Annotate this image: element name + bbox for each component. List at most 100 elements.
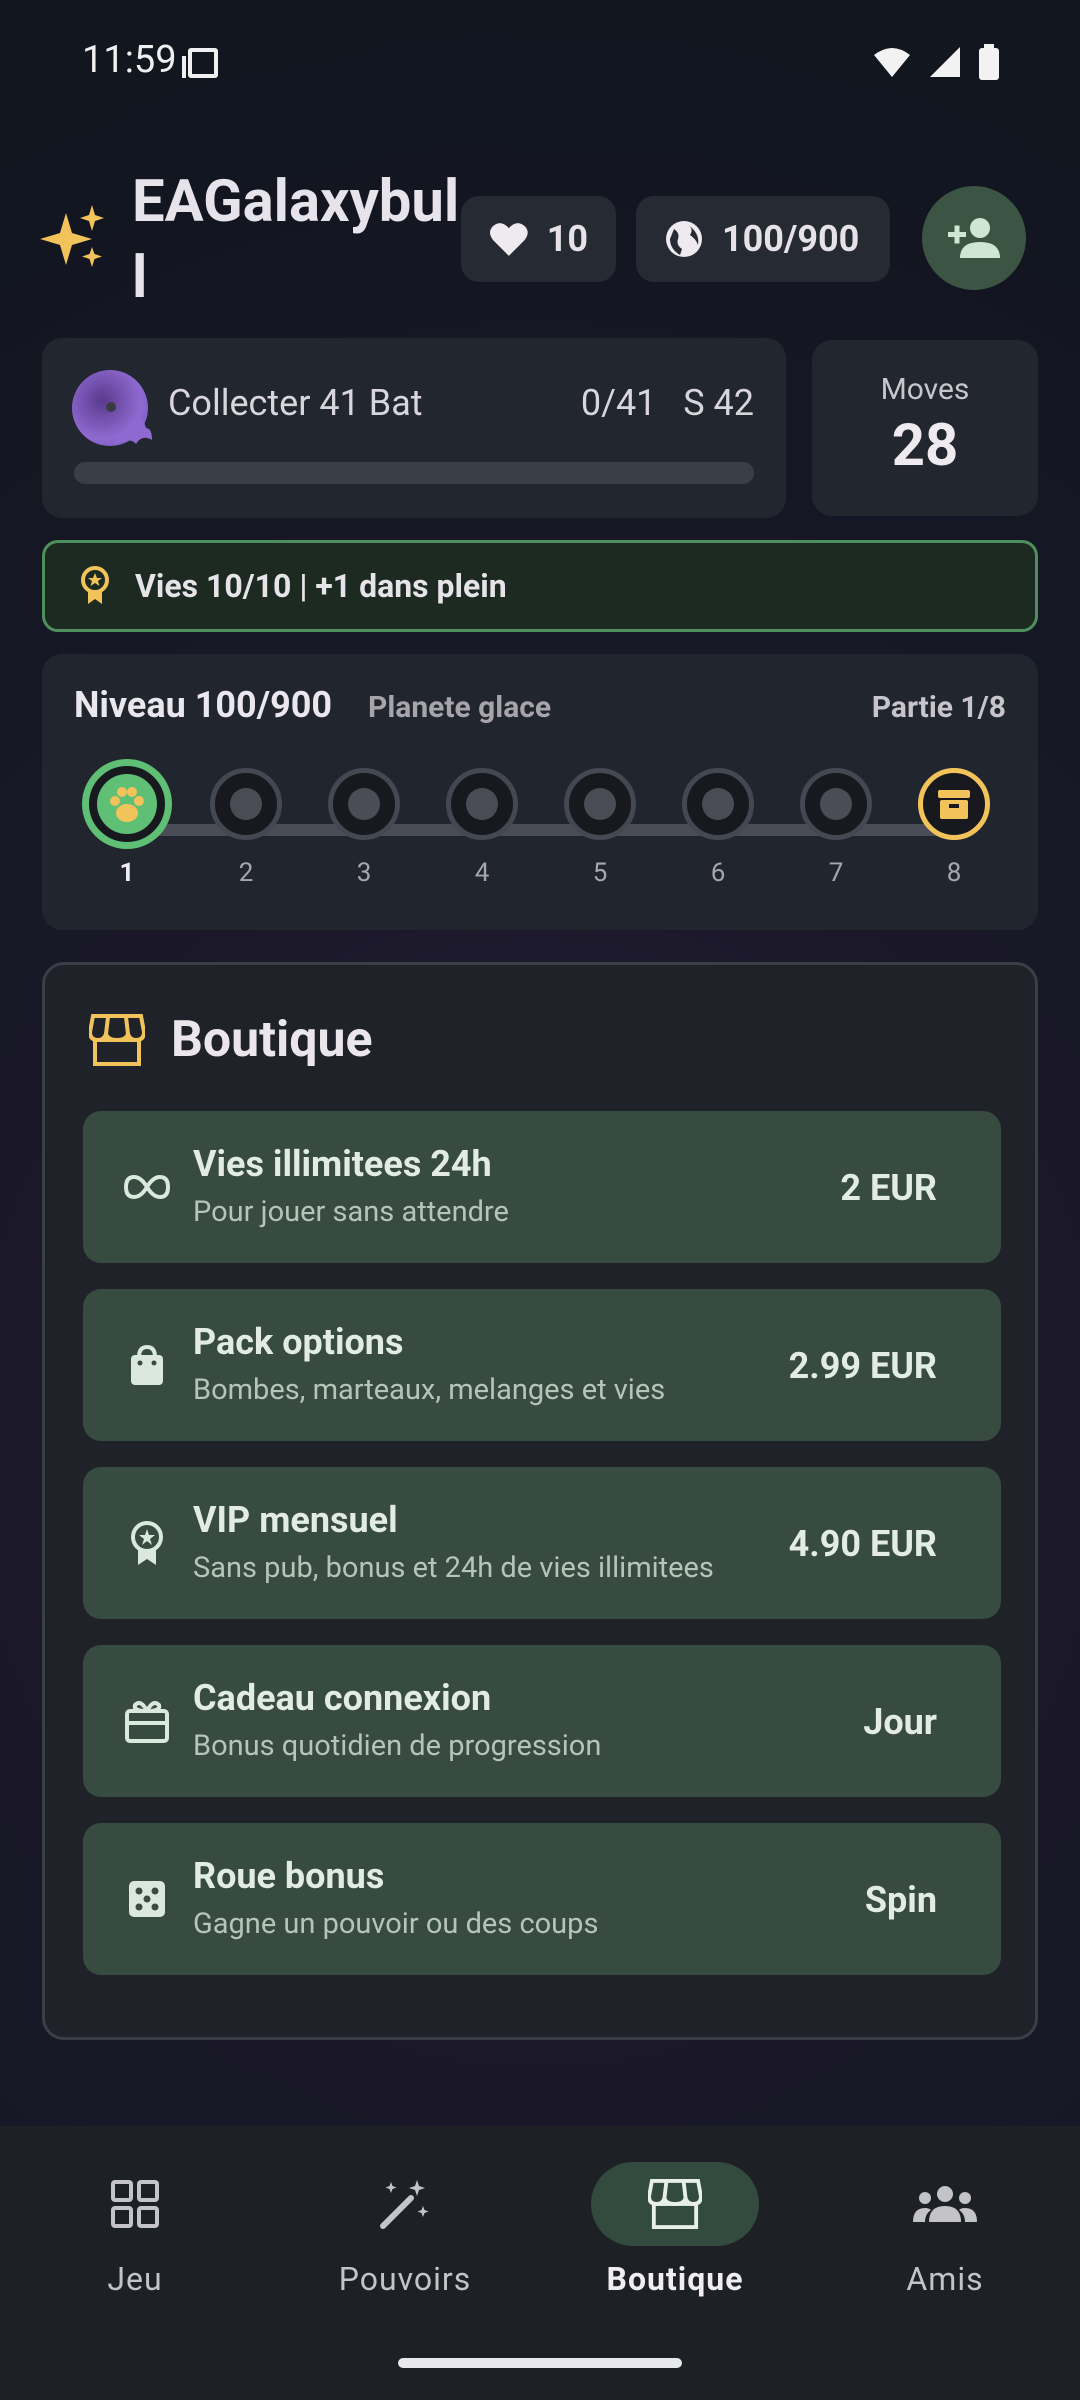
nav-icon-container [51,2162,219,2246]
nav-tab-boutique[interactable]: Boutique [555,2162,795,2298]
globe-icon [666,221,702,257]
username: EAGalaxybull [132,168,460,312]
level-node-6[interactable] [682,768,754,840]
nav-label: Boutique [606,2260,744,2298]
level-node-label: 8 [946,858,962,888]
shop-item-desc: Bonus quotidien de progression [193,1729,602,1763]
lives-banner: Vies 10/10 | +1 dans plein [42,540,1038,632]
shop-title: Boutique [171,1011,373,1069]
world-progress[interactable]: 100/900 [636,196,890,282]
hearts-counter[interactable]: 10 [461,196,616,282]
group-icon [913,2186,977,2222]
nav-icon-container [321,2162,489,2246]
shop-item-unlimited-lives[interactable]: Vies illimitees 24h Pour jouer sans atte… [83,1111,1001,1263]
shop-item-name: Vies illimitees 24h [193,1143,492,1185]
level-node-3[interactable] [328,768,400,840]
add-friend-button[interactable] [922,186,1026,290]
shop-item-desc: Bombes, marteaux, melanges et vies [193,1373,666,1407]
shop-item-price: Jour [863,1701,937,1743]
shop-item-desc: Gagne un pouvoir ou des coups [193,1907,599,1941]
level-node-label: 5 [592,858,608,888]
moves-card: Moves 28 [812,340,1038,516]
collect-title: Collecter 41 Bat [168,382,423,424]
collect-progress-bar [74,462,754,484]
chest-icon [938,790,970,819]
level-node-dot [466,788,498,820]
level-node-label: 2 [238,858,254,888]
level-node-dot [820,788,852,820]
level-node-2[interactable] [210,768,282,840]
shop-item-desc: Sans pub, bonus et 24h de vies illimitee… [193,1551,714,1585]
level-node-label: 7 [828,858,844,888]
level-node-dot [230,788,262,820]
level-node-label: 1 [119,858,135,888]
level-node-label: 4 [474,858,490,888]
level-node-1[interactable] [82,759,172,849]
nav-label: Amis [906,2260,984,2298]
cellular-signal-icon [930,47,960,77]
shop-item-price: 2 EUR [840,1167,937,1209]
nav-icon-container [861,2162,1029,2246]
infinity-icon [123,1174,171,1200]
level-node-label: 6 [710,858,726,888]
shop-item-bonus-wheel[interactable]: Roue bonus Gagne un pouvoir ou des coups… [83,1823,1001,1975]
shop-card: Boutique Vies illimitees 24h Pour jouer … [42,962,1038,2040]
shop-item-name: Pack options [193,1321,404,1363]
level-node-dot [702,788,734,820]
storefront-icon [89,1014,145,1066]
level-card: Niveau 100/900 Planete glace Partie 1/8 … [42,654,1038,930]
wifi-icon [874,48,910,77]
nav-tab-jeu[interactable]: Jeu [15,2162,255,2298]
bat-icon [114,419,152,446]
lives-status: Vies 10/10 | +1 dans plein [135,567,507,605]
shop-item-vip-monthly[interactable]: VIP mensuel Sans pub, bonus et 24h de vi… [83,1467,1001,1619]
shop-item-pack-options[interactable]: Pack options Bombes, marteaux, melanges … [83,1289,1001,1441]
nav-tab-amis[interactable]: Amis [825,2162,1065,2298]
level-node-1-inner [97,774,157,834]
status-bar: 11:59 [0,0,1080,126]
hearts-value: 10 [546,218,588,260]
level-title: Niveau 100/900 [74,684,333,726]
nav-label: Jeu [107,2260,163,2298]
shop-item-price: Spin [864,1879,937,1921]
status-icons [872,44,1000,80]
battery-icon [979,44,999,80]
level-node-5[interactable] [564,768,636,840]
nav-label: Pouvoirs [338,2260,472,2298]
shopping-bag-icon [131,1344,163,1385]
level-part: Partie 1/8 [871,690,1006,725]
level-node-label: 3 [356,858,372,888]
shop-item-desc: Pour jouer sans attendre [193,1195,509,1229]
moves-value: 28 [891,412,959,480]
shop-item-name: Cadeau connexion [193,1677,492,1719]
dice-icon [129,1881,165,1917]
collect-count-value: 0/41 [580,382,657,424]
shop-item-price: 2.99 EUR [788,1345,937,1387]
world-progress-value: 100/900 [722,218,860,260]
storefront-icon [648,2179,702,2229]
screenshot-notification-icon [182,48,218,78]
award-badge-icon [131,1521,163,1565]
level-node-8[interactable] [918,768,990,840]
nav-tab-pouvoirs[interactable]: Pouvoirs [285,2162,525,2298]
sparkle-icon [40,205,104,267]
status-time: 11:59 [82,38,177,82]
shop-item-login-gift[interactable]: Cadeau connexion Bonus quotidien de prog… [83,1645,1001,1797]
collect-stage: S 42 [683,382,754,424]
level-node-dot [348,788,380,820]
home-indicator[interactable] [398,2358,682,2368]
person-add-icon [948,218,1000,258]
gift-icon [125,1701,169,1743]
shop-header: Boutique [89,1011,373,1069]
level-node-7[interactable] [800,768,872,840]
level-node-dot [584,788,616,820]
header: EAGalaxybull 10 100/900 [40,160,1040,312]
level-node-4[interactable] [446,768,518,840]
nav-icon-container [591,2162,759,2246]
moves-label: Moves [880,372,970,407]
collect-objective-card: Collecter 41 Bat 0/41 S 42 [42,338,786,518]
shop-item-name: VIP mensuel [193,1499,398,1541]
paw-icon [110,787,144,822]
collect-count: 0/41 S 42 [581,382,754,424]
magic-wand-icon [380,2180,429,2229]
